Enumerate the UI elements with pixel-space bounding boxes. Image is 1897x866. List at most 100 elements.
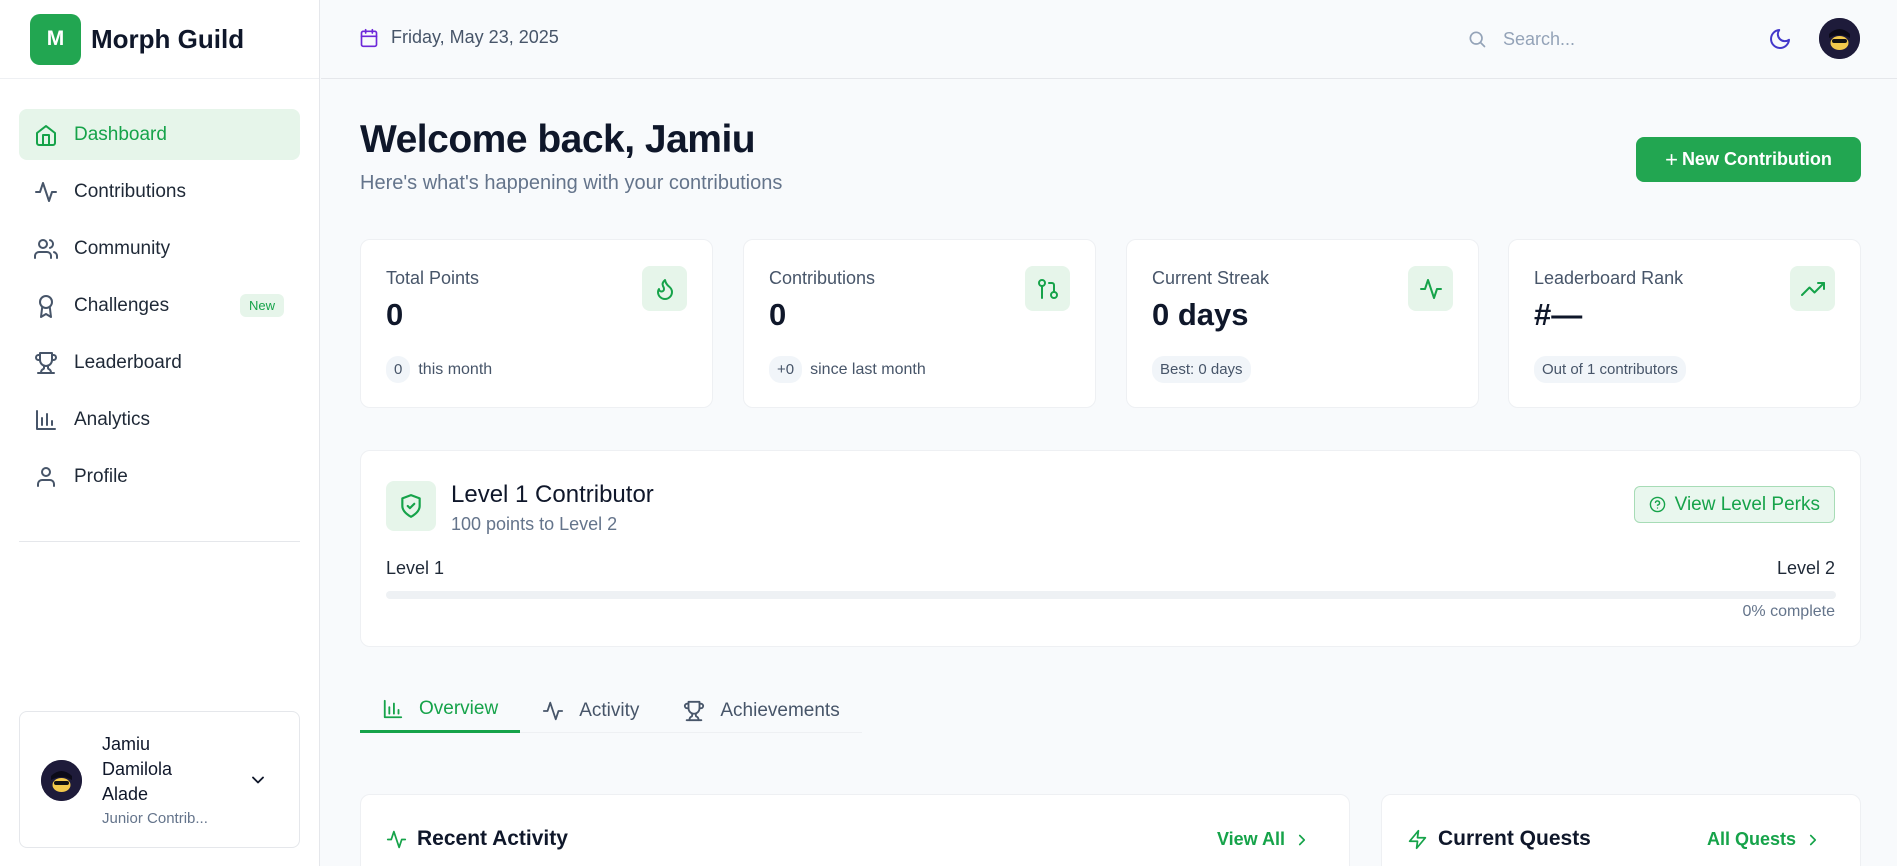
panel-title-text: Recent Activity: [417, 827, 568, 850]
users-icon: [34, 238, 58, 259]
activity-icon: [386, 830, 407, 848]
level-progress-text: 0% complete: [1742, 603, 1836, 620]
sidebar-item-community[interactable]: Community: [19, 223, 300, 274]
sidebar-nav: Dashboard Contributions Community Challe…: [19, 109, 300, 508]
view-level-perks-button[interactable]: View Level Perks: [1633, 486, 1835, 523]
date-display: Friday, May 23, 2025: [359, 27, 559, 48]
activity-icon: [35, 181, 57, 202]
stat-pill: +0: [769, 356, 803, 383]
stat-footer: +0 since last month: [769, 356, 926, 383]
chevron-right-icon: [1809, 834, 1817, 845]
stat-label: Total Points: [386, 268, 480, 288]
award-icon: [39, 294, 53, 318]
sidebar-item-analytics[interactable]: Analytics: [19, 394, 300, 445]
trophy-icon: [35, 351, 57, 374]
all-quests-label: All Quests: [1706, 829, 1796, 849]
sidebar-item-challenges[interactable]: Challenges New: [19, 280, 300, 331]
bar-chart-icon: [383, 699, 403, 719]
stat-card-current-streak: Current Streak 0 days Best: 0 days: [1126, 239, 1479, 408]
chevron-down-icon: [252, 776, 264, 784]
flame-icon: [642, 266, 687, 311]
activity-icon: [1408, 266, 1453, 311]
moon-icon[interactable]: [1768, 27, 1792, 51]
zap-icon: [1408, 829, 1427, 849]
level-from: Level 1: [386, 558, 445, 578]
page-subtitle: Here's what's happening with your contri…: [360, 172, 783, 194]
sidebar-item-label: Challenges: [74, 294, 170, 316]
trophy-icon: [684, 700, 705, 721]
divider: [19, 541, 300, 542]
stat-value: 0 days: [1152, 297, 1249, 332]
page-title: Welcome back, Jamiu: [360, 118, 756, 161]
sidebar-item-label: Profile: [74, 465, 128, 487]
stat-footer: Out of 1 contributors: [1534, 356, 1686, 383]
sidebar-item-label: Leaderboard: [74, 351, 182, 373]
stat-pill: Out of 1 contributors: [1534, 356, 1686, 383]
view-all-label: View All: [1216, 829, 1285, 849]
top-header: Friday, May 23, 2025: [321, 0, 1897, 79]
panel-title-text: Current Quests: [1438, 827, 1591, 850]
activity-icon: [543, 701, 564, 720]
avatar: [41, 760, 82, 801]
git-pull-request-icon: [1025, 266, 1070, 311]
help-circle-icon: [1649, 496, 1665, 513]
sidebar-item-label: Contributions: [74, 180, 186, 202]
level-subtitle: 100 points to Level 2: [451, 514, 618, 534]
level-card: Level 1 Contributor 100 points to Level …: [360, 450, 1861, 647]
stat-pill: Best: 0 days: [1152, 356, 1251, 383]
stat-label: Contributions: [769, 268, 876, 288]
stat-card-total-points: Total Points 0 0 this month: [360, 239, 713, 408]
sidebar-item-label: Analytics: [74, 408, 151, 430]
sidebar-item-label: Community: [74, 237, 171, 259]
plus-icon: +: [1665, 146, 1678, 172]
stat-footer-text: this month: [418, 360, 493, 378]
shield-check-icon: [386, 481, 436, 531]
sidebar-item-leaderboard[interactable]: Leaderboard: [19, 337, 300, 388]
sidebar: M Morph Guild Dashboard Contributions Co…: [0, 0, 320, 866]
recent-activity-panel: Recent Activity View All: [360, 794, 1350, 866]
stat-label: Current Streak: [1152, 268, 1270, 288]
search-input[interactable]: [1503, 28, 1723, 50]
sidebar-item-contributions[interactable]: Contributions: [19, 166, 300, 217]
stat-label: Leaderboard Rank: [1534, 268, 1684, 288]
panel-title: Recent Activity: [386, 827, 568, 851]
new-contribution-button[interactable]: + New Contribution: [1636, 137, 1861, 182]
sidebar-item-profile[interactable]: Profile: [19, 451, 300, 502]
user-menu[interactable]: Jamiu Damilola Alade Junior Contrib...: [19, 711, 300, 848]
brand[interactable]: M Morph Guild: [0, 0, 319, 79]
sidebar-item-label: Dashboard: [74, 123, 167, 145]
date-text: Friday, May 23, 2025: [391, 27, 559, 47]
stat-card-leaderboard-rank: Leaderboard Rank #— Out of 1 contributor…: [1508, 239, 1861, 408]
tab-label: Overview: [419, 698, 499, 719]
brand-name: Morph Guild: [91, 23, 245, 54]
search-box: [1467, 21, 1747, 57]
sidebar-item-dashboard[interactable]: Dashboard: [19, 109, 300, 160]
dashboard-tabs: Overview Activity Achievements: [360, 688, 862, 733]
stat-value: 0: [386, 297, 404, 332]
tab-achievements[interactable]: Achievements: [661, 688, 861, 733]
all-quests-link[interactable]: All Quests: [1707, 829, 1822, 850]
bar-chart-icon: [36, 409, 56, 430]
home-icon: [36, 124, 56, 146]
current-quests-panel: Current Quests All Quests: [1381, 794, 1861, 866]
new-badge: New: [239, 294, 284, 317]
logo: M: [30, 13, 81, 65]
tab-label: Activity: [579, 699, 640, 721]
tab-overview[interactable]: Overview: [360, 688, 521, 733]
stat-footer: 0 this month: [386, 356, 492, 383]
new-contribution-label: New Contribution: [1681, 149, 1832, 169]
stat-footer-text: since last month: [810, 360, 926, 378]
view-all-link[interactable]: View All: [1217, 829, 1311, 850]
tab-label: Achievements: [720, 699, 840, 721]
user-role: Junior Contrib...: [102, 810, 208, 827]
level-progress-bar: [386, 591, 1836, 599]
search-icon: [1469, 31, 1486, 48]
stat-value: #—: [1534, 297, 1583, 332]
header-avatar[interactable]: [1819, 18, 1860, 59]
view-level-perks-label: View Level Perks: [1674, 493, 1820, 515]
tab-activity[interactable]: Activity: [520, 688, 661, 733]
stat-card-contributions: Contributions 0 +0 since last month: [743, 239, 1096, 408]
stat-pill: 0: [386, 356, 411, 383]
chevron-right-icon: [1298, 834, 1306, 845]
user-name: Jamiu Damilola Alade: [102, 734, 173, 804]
